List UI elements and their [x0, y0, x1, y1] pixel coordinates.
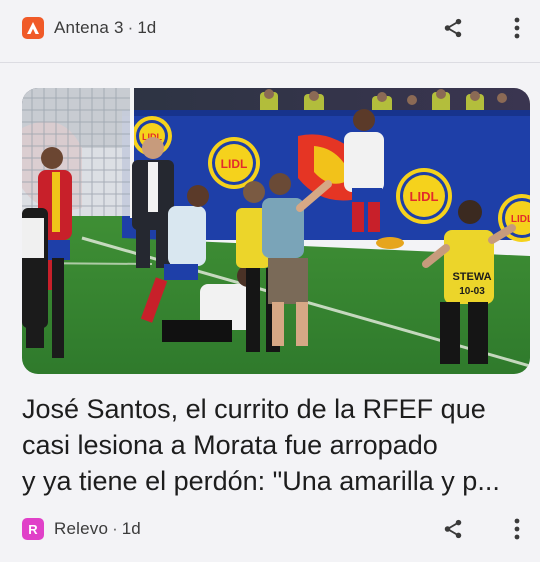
- post-age: 1d: [121, 519, 141, 538]
- article-source-row[interactable]: R Relevo · 1d: [22, 518, 141, 540]
- headline-line-3: y ya tiene el perdón: "Una amarilla y p.…: [22, 466, 500, 496]
- share-icon[interactable]: [439, 14, 467, 42]
- source-row[interactable]: Antena 3 · 1d: [22, 17, 156, 39]
- share-icon[interactable]: [439, 515, 467, 543]
- more-vert-icon[interactable]: [503, 515, 531, 543]
- antena3-logo-icon: [22, 17, 44, 39]
- more-vert-icon[interactable]: [503, 14, 531, 42]
- lidl-sign: LIDL: [511, 214, 530, 225]
- article-card[interactable]: LIDL LIDL LIDL LIDL: [0, 63, 540, 562]
- relevo-logo-icon: R: [22, 518, 44, 540]
- source-name: Relevo: [54, 519, 109, 538]
- steward-vest-number: 10-03: [459, 286, 485, 297]
- source-name: Antena 3: [54, 18, 124, 37]
- article-headline[interactable]: José Santos, el currito de la RFEF que c…: [22, 391, 532, 499]
- lidl-sign: LIDL: [410, 189, 439, 204]
- lidl-sign: LIDL: [221, 157, 248, 171]
- top-card: Antena 3 · 1d: [0, 0, 540, 63]
- headline-line-2: casi lesiona a Morata fue arropado: [22, 430, 438, 460]
- separator: ·: [112, 519, 118, 538]
- steward-vest-text: STEWA: [452, 271, 491, 283]
- post-age: 1d: [137, 18, 157, 37]
- article-image[interactable]: LIDL LIDL LIDL LIDL: [22, 88, 530, 374]
- separator: ·: [127, 18, 134, 37]
- headline-line-1: José Santos, el currito de la RFEF que: [22, 394, 486, 424]
